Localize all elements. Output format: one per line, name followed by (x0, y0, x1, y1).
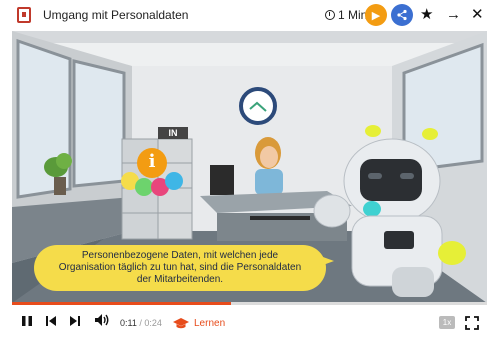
share-icon[interactable] (391, 4, 413, 26)
caption-bubble: Personenbezogene Daten, mit welchen jede… (34, 245, 326, 291)
volume-icon[interactable] (94, 313, 110, 331)
time-display: 0:11 / 0:24 (120, 318, 162, 328)
cabinet-sign: IN (168, 128, 178, 138)
document-icon (17, 7, 31, 23)
play-circle-icon[interactable]: ▶ (365, 4, 387, 26)
next-arrow-icon[interactable]: → (446, 5, 461, 25)
video-stage[interactable]: i IN Personenbezogene Daten, mit welchen… (12, 31, 487, 303)
caption-tail (312, 253, 334, 269)
star-icon[interactable]: ★ (420, 5, 433, 25)
fullscreen-icon[interactable] (465, 316, 479, 330)
skip-forward-icon[interactable] (69, 313, 81, 331)
caption-line-3: der Mitarbeitenden. (136, 274, 224, 285)
skip-back-icon[interactable] (45, 313, 57, 331)
current-time: 0:11 (120, 318, 137, 328)
learn-button[interactable]: Lernen (194, 318, 225, 329)
graduation-cap-icon[interactable] (173, 317, 189, 329)
duration-indicator: 1 Min. (325, 8, 371, 22)
progress-fill (12, 302, 231, 305)
speed-button[interactable]: 1x (439, 316, 455, 329)
clock-icon (325, 10, 335, 20)
caption-line-2: Organisation täglich zu tun hat, sind di… (58, 262, 302, 273)
top-bar: Umgang mit Personaldaten 1 Min. ▶ ★ → ✕ (0, 0, 494, 30)
caption-line-1: Personenbezogene Daten, mit welchen jede (81, 250, 279, 261)
player-controls: 0:11 / 0:24 Lernen 1x (0, 306, 494, 338)
total-time: 0:24 (144, 318, 162, 328)
close-icon[interactable]: ✕ (471, 5, 484, 25)
progress-bar[interactable] (12, 302, 487, 305)
pause-icon[interactable] (21, 313, 33, 331)
info-glyph: i (148, 151, 156, 172)
page-title: Umgang mit Personaldaten (43, 8, 189, 22)
